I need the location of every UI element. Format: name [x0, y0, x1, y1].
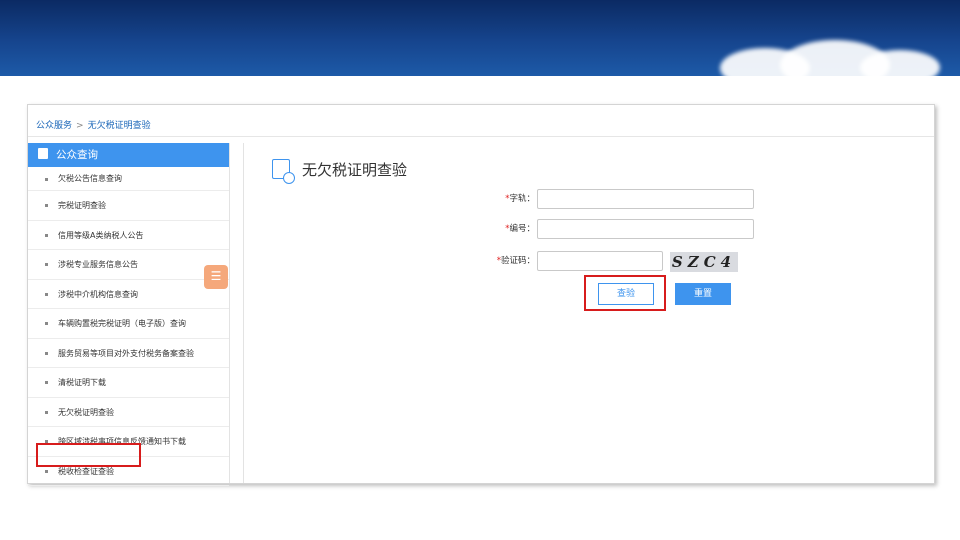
sidebar-item[interactable]: 清税证明下载: [28, 368, 229, 398]
menu-icon[interactable]: ☰: [204, 265, 228, 289]
sidebar-item-label: 涉税中介机构信息查询: [58, 289, 138, 299]
breadcrumb-root-link[interactable]: 公众服务: [36, 121, 72, 131]
captcha-label-text: 验证码：: [500, 256, 535, 266]
sidebar-item-label: 车辆购置税完税证明（电子版）查询: [58, 319, 186, 328]
clock-document-icon: [272, 159, 295, 184]
sidebar-list: 欠税公告信息查询 完税证明查验 信用等级A类纳税人公告 涉税专业服务信息公告 涉…: [28, 167, 229, 486]
bianhao-row: *编号：: [457, 219, 757, 239]
sidebar-item-label: 无欠税证明查验: [58, 407, 114, 417]
highlight-box: [584, 275, 666, 311]
sidebar-header-label: 公众查询: [56, 149, 98, 161]
reset-button[interactable]: 重置: [675, 283, 731, 305]
bianhao-label-text: 编号：: [509, 224, 535, 234]
sidebar-item[interactable]: 完税证明查验: [28, 191, 229, 221]
bullet-icon: [45, 351, 48, 355]
document-icon: [38, 148, 48, 159]
sidebar-item[interactable]: 欠税公告信息查询: [28, 167, 229, 191]
cloud-decoration: [860, 50, 940, 76]
sidebar-item[interactable]: 涉税中介机构信息查询: [28, 280, 229, 309]
sidebar-item-label: 税收检查证查验: [58, 466, 114, 476]
sidebar-item[interactable]: 车辆购置税完税证明（电子版）查询: [28, 309, 229, 339]
page-title: 无欠税证明查验: [302, 161, 408, 179]
bullet-icon: [45, 410, 48, 414]
sidebar-item-label: 服务贸易等项目对外支付税务备案查验: [58, 348, 194, 358]
sidebar-item[interactable]: 涉税专业服务信息公告: [28, 250, 229, 280]
sidebar-item[interactable]: 服务贸易等项目对外支付税务备案查验: [28, 339, 229, 368]
bullet-icon: [45, 204, 48, 208]
header-banner: [0, 0, 960, 76]
breadcrumb-separator: >: [76, 121, 84, 131]
sidebar-item-label: 完税证明查验: [58, 201, 106, 210]
sidebar: 公众查询 欠税公告信息查询 完税证明查验 信用等级A类纳税人公告 涉税专业服务信…: [28, 143, 230, 486]
breadcrumb-current[interactable]: 无欠税证明查验: [88, 121, 151, 131]
sidebar-item-label: 涉税专业服务信息公告: [58, 260, 138, 269]
bullet-icon: [45, 263, 48, 267]
bullet-icon: [45, 233, 48, 237]
zigui-label-text: 字轨：: [509, 194, 535, 204]
sidebar-item-label: 清税证明下载: [58, 378, 106, 387]
content-frame: 公众服务 > 无欠税证明查验 公众查询 欠税公告信息查询 完税证明查验 信用等级A类…: [27, 104, 935, 486]
captcha-image[interactable]: SZC4: [670, 252, 738, 272]
bianhao-input[interactable]: [537, 219, 754, 239]
sidebar-item[interactable]: 信用等级A类纳税人公告: [28, 221, 229, 250]
captcha-label: *验证码：: [465, 254, 535, 266]
bianhao-label: *编号：: [465, 222, 535, 234]
bullet-icon: [45, 177, 48, 181]
bullet-icon: [45, 381, 48, 385]
breadcrumb: 公众服务 > 无欠税证明查验: [28, 115, 934, 137]
bullet-icon: [45, 292, 48, 296]
captcha-input[interactable]: [537, 251, 663, 271]
sidebar-item-label: 欠税公告信息查询: [58, 174, 122, 183]
zigui-row: *字轨：: [457, 189, 757, 209]
zigui-input[interactable]: [537, 189, 754, 209]
bullet-icon: [45, 469, 48, 473]
sidebar-item-label: 信用等级A类纳税人公告: [58, 230, 144, 240]
sidebar-item-active[interactable]: 无欠税证明查验: [28, 398, 229, 427]
bullet-icon: [45, 322, 48, 326]
captcha-row: *验证码： SZC4: [457, 251, 757, 272]
zigui-label: *字轨：: [465, 192, 535, 204]
highlight-box: [36, 443, 141, 467]
main-panel: 无欠税证明查验 *字轨： *编号： *验证码： SZC4 查验 重置: [243, 143, 935, 483]
sidebar-header: 公众查询: [28, 143, 229, 167]
